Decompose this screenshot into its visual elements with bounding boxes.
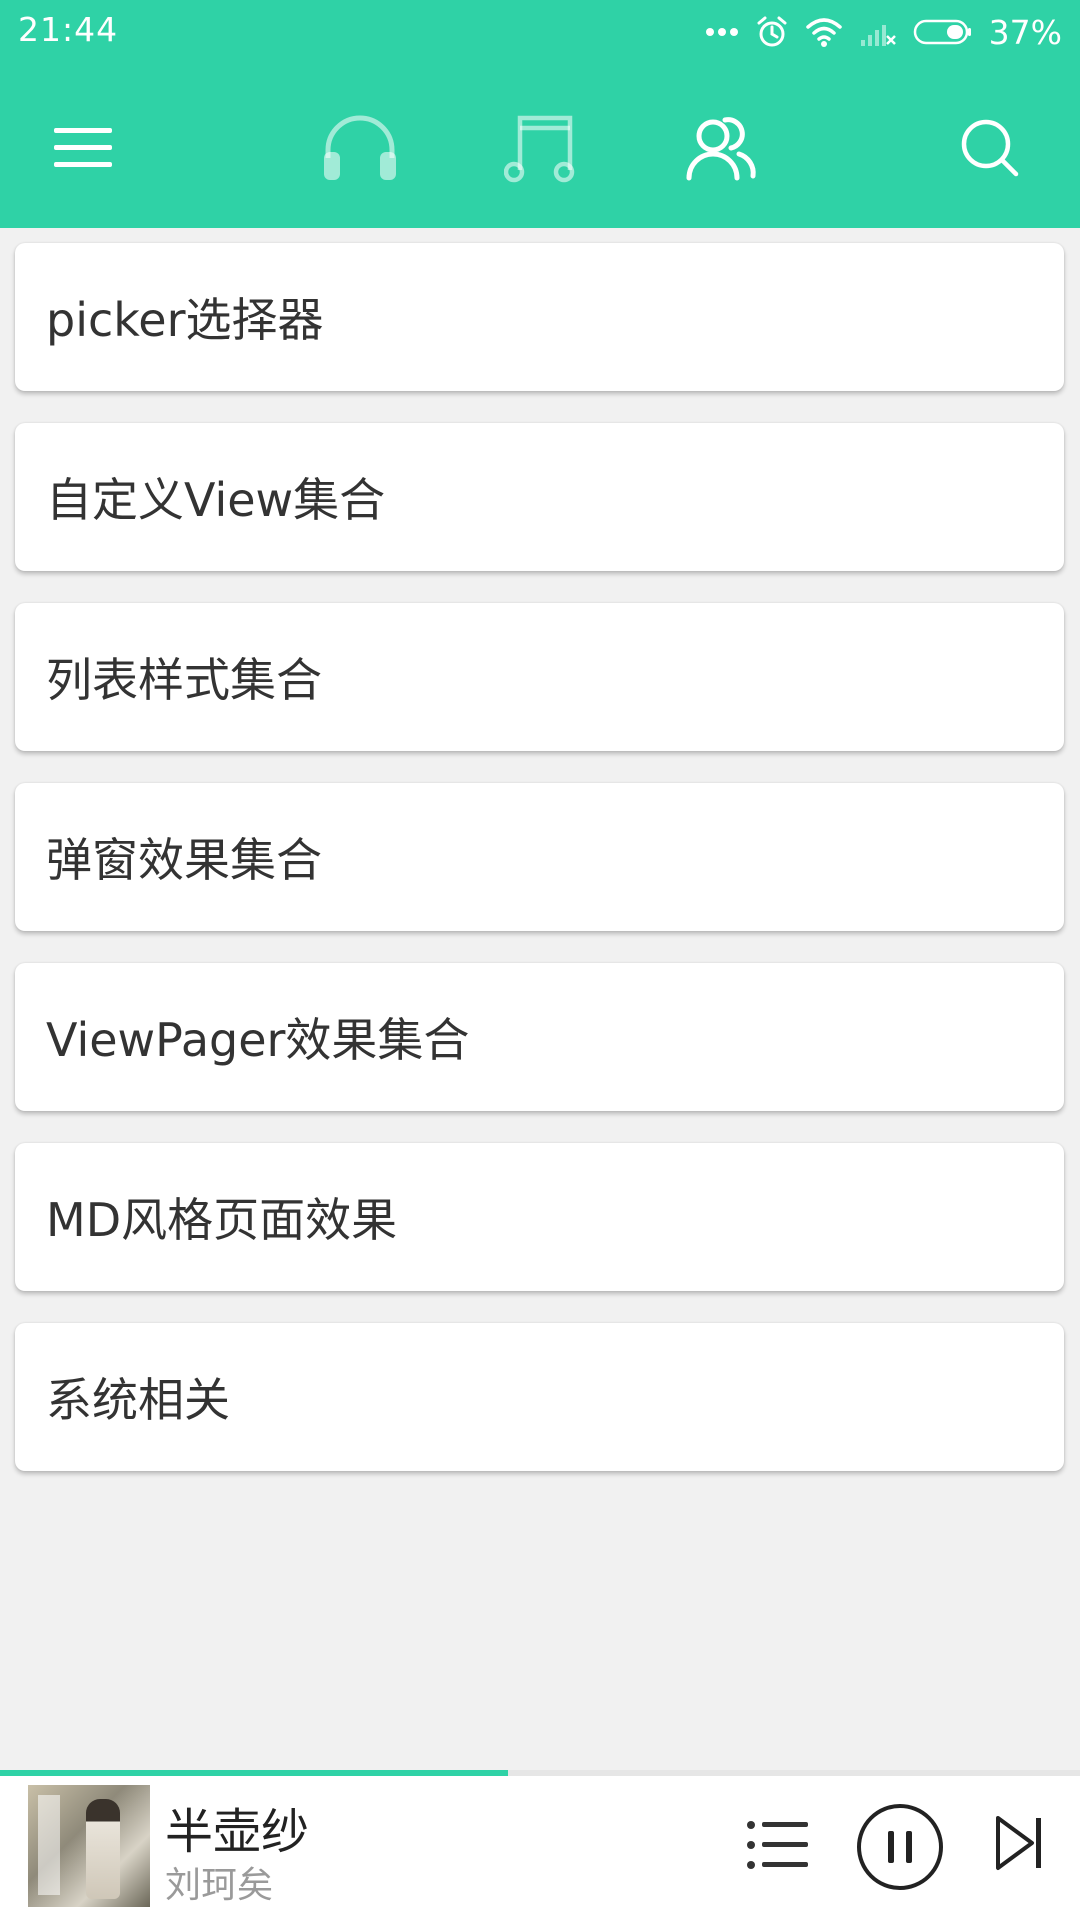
music-note-icon xyxy=(504,110,580,186)
album-cover[interactable] xyxy=(28,1785,150,1907)
playlist-icon xyxy=(746,1820,810,1870)
pause-icon xyxy=(855,1802,945,1892)
no-signal-icon xyxy=(859,16,897,48)
list-item-custom-view[interactable]: 自定义View集合 xyxy=(15,423,1064,571)
playback-progress-track xyxy=(0,1770,1080,1776)
list-item-label: MD风格页面效果 xyxy=(46,1193,398,1247)
menu-icon xyxy=(54,126,114,170)
list-item-label: 弹窗效果集合 xyxy=(46,833,322,887)
playback-progress-fill xyxy=(0,1770,508,1776)
next-button[interactable] xyxy=(990,1810,1050,1876)
search-icon xyxy=(958,116,1022,180)
list-item-label: picker选择器 xyxy=(46,293,324,347)
list-item-dialogs[interactable]: 弹窗效果集合 xyxy=(15,783,1064,931)
next-icon xyxy=(994,1814,1046,1872)
list-item-label: 自定义View集合 xyxy=(46,473,386,527)
status-icons: 37% xyxy=(705,8,1062,56)
song-title: 半壶纱 xyxy=(165,1804,310,1860)
list-item-system[interactable]: 系统相关 xyxy=(15,1323,1064,1471)
wifi-icon xyxy=(805,16,843,48)
mini-player[interactable]: 半壶纱 刘珂矣 xyxy=(0,1770,1080,1920)
list-item-label: 系统相关 xyxy=(46,1373,230,1427)
battery-percent: 37% xyxy=(988,12,1062,52)
people-icon xyxy=(685,114,757,182)
list-item-material-design[interactable]: MD风格页面效果 xyxy=(15,1143,1064,1291)
list-item-viewpager[interactable]: ViewPager效果集合 xyxy=(15,963,1064,1111)
list-item-label: ViewPager效果集合 xyxy=(46,1013,470,1067)
app-screen: 21:44 37% picker选择器 自定义View集合 列表样式集合 弹窗效… xyxy=(0,0,1080,1920)
app-toolbar xyxy=(0,64,1080,228)
tab-music[interactable] xyxy=(500,106,584,190)
search-button[interactable] xyxy=(948,106,1032,190)
alarm-icon xyxy=(755,15,789,49)
list-item-list-styles[interactable]: 列表样式集合 xyxy=(15,603,1064,751)
tab-headphones[interactable] xyxy=(318,106,402,190)
battery-icon xyxy=(913,18,973,46)
tab-people[interactable] xyxy=(679,106,763,190)
pause-button[interactable] xyxy=(855,1802,945,1892)
song-artist: 刘珂矣 xyxy=(165,1865,274,1906)
status-time: 21:44 xyxy=(18,10,119,49)
list-item-label: 列表样式集合 xyxy=(46,653,322,707)
headphones-icon xyxy=(320,112,400,184)
list-item-picker[interactable]: picker选择器 xyxy=(15,243,1064,391)
more-dots-icon xyxy=(705,26,739,38)
playlist-button[interactable] xyxy=(742,1812,814,1878)
menu-button[interactable] xyxy=(42,106,126,190)
status-bar: 21:44 37% xyxy=(0,0,1080,64)
